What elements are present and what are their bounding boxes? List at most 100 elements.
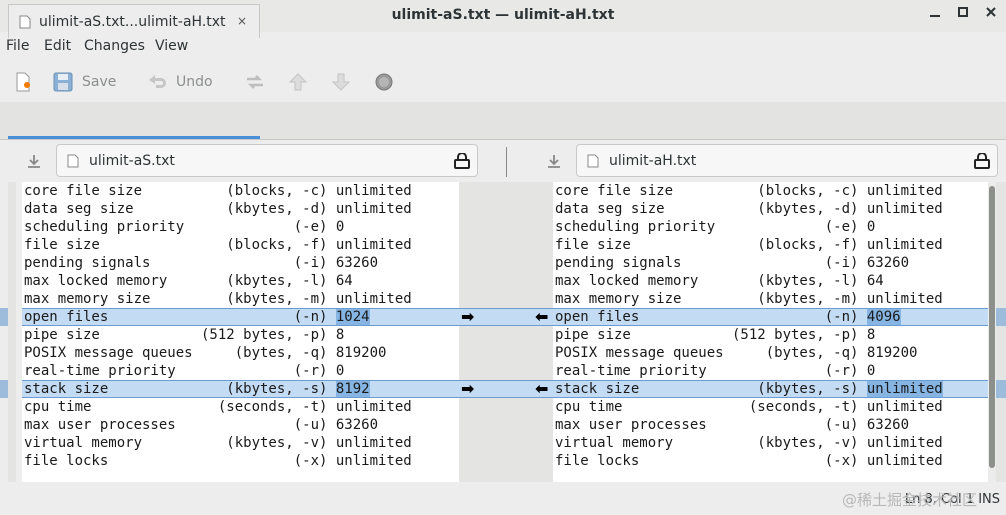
line-text: max user processes (-u) 63260 bbox=[24, 417, 379, 433]
line-text: core file size (blocks, -c) unlimited bbox=[555, 183, 943, 199]
right-change-marker bbox=[996, 308, 1006, 326]
line-text: pipe size (512 bytes, -p) 8 bbox=[24, 327, 345, 343]
vertical-scrollbar[interactable] bbox=[988, 182, 996, 482]
text-line: data seg size (kbytes, -d) unlimited bbox=[553, 200, 988, 218]
menu-view[interactable]: View bbox=[155, 38, 188, 54]
arrow-up-icon bbox=[288, 73, 308, 91]
change-border bbox=[22, 308, 998, 309]
swap-arrows-icon bbox=[247, 75, 263, 89]
text-line: POSIX message queues (bytes, -q) 819200 bbox=[553, 344, 988, 362]
line-text: file size (blocks, -f) unlimited bbox=[24, 237, 412, 253]
document-icon bbox=[587, 154, 599, 167]
menu-edit[interactable]: Edit bbox=[44, 38, 71, 54]
save-left-arrow-icon[interactable] bbox=[26, 154, 42, 170]
undo-button[interactable]: Undo bbox=[146, 68, 213, 96]
tab-comparison[interactable]: ulimit-aS.txt...ulimit-aH.txt × bbox=[8, 4, 260, 38]
right-file-name: ulimit-aH.txt bbox=[609, 152, 697, 169]
text-line: virtual memory (kbytes, -v) unlimited bbox=[22, 434, 459, 452]
text-line: core file size (blocks, -c) unlimited bbox=[22, 182, 459, 200]
copy-right-arrow-icon[interactable]: ➡ bbox=[461, 380, 474, 398]
text-line: file locks (-x) unlimited bbox=[553, 452, 988, 470]
lock-icon[interactable] bbox=[973, 153, 991, 169]
right-file-chooser[interactable]: ulimit-aH.txt bbox=[576, 144, 998, 177]
text-line: max locked memory (kbytes, -l) 64 bbox=[553, 272, 988, 290]
tab-close-icon[interactable]: × bbox=[237, 14, 247, 28]
line-text: file size (blocks, -f) unlimited bbox=[555, 237, 943, 253]
left-file-chooser[interactable]: ulimit-aS.txt bbox=[56, 144, 478, 177]
tab-label: ulimit-aS.txt...ulimit-aH.txt bbox=[39, 13, 226, 30]
text-line: pending signals (-i) 63260 bbox=[22, 254, 459, 272]
line-text: POSIX message queues (bytes, -q) 819200 bbox=[555, 345, 918, 361]
text-line: max locked memory (kbytes, -l) 64 bbox=[22, 272, 459, 290]
new-comparison-button[interactable] bbox=[12, 68, 34, 96]
line-text: file locks (-x) unlimited bbox=[555, 453, 943, 469]
line-text: data seg size (kbytes, -d) unlimited bbox=[555, 201, 943, 217]
window-title: ulimit-aS.txt — ulimit-aH.txt bbox=[391, 7, 615, 23]
changed-value: unlimited bbox=[866, 381, 943, 397]
lock-icon[interactable] bbox=[453, 153, 471, 169]
diff-connector: ➡ ⬅ ➡ ⬅ bbox=[459, 182, 553, 482]
change-border bbox=[22, 325, 998, 326]
text-line: max user processes (-u) 63260 bbox=[22, 416, 459, 434]
new-document-icon bbox=[16, 72, 30, 92]
line-text: POSIX message queues (bytes, -q) 819200 bbox=[24, 345, 387, 361]
text-line: POSIX message queues (bytes, -q) 819200 bbox=[22, 344, 459, 362]
right-text-pane[interactable]: core file size (blocks, -c) unlimited dat… bbox=[553, 182, 988, 482]
text-line: core file size (blocks, -c) unlimited bbox=[553, 182, 988, 200]
text-line: max user processes (-u) 63260 bbox=[553, 416, 988, 434]
line-text: virtual memory (kbytes, -v) unlimited bbox=[24, 435, 412, 451]
line-text: max memory size (kbytes, -m) unlimited bbox=[24, 291, 412, 307]
save-icon bbox=[53, 72, 73, 92]
save-button[interactable]: Save bbox=[52, 68, 116, 96]
copy-right-arrow-icon[interactable]: ➡ bbox=[461, 308, 474, 326]
left-gutter bbox=[8, 182, 16, 482]
text-line: max memory size (kbytes, -m) unlimited bbox=[22, 290, 459, 308]
save-label: Save bbox=[82, 74, 117, 90]
menu-changes[interactable]: Changes bbox=[84, 38, 145, 54]
left-text-pane[interactable]: core file size (blocks, -c) unlimited dat… bbox=[22, 182, 459, 482]
save-right-arrow-icon[interactable] bbox=[546, 154, 562, 170]
line-text: max user processes (-u) 63260 bbox=[555, 417, 910, 433]
line-text: data seg size (kbytes, -d) unlimited bbox=[24, 201, 412, 217]
text-line: open files (-n) 1024 bbox=[22, 308, 459, 326]
stop-button[interactable] bbox=[373, 68, 395, 96]
line-text: real-time priority (-r) 0 bbox=[24, 363, 345, 379]
next-change-button[interactable] bbox=[330, 68, 352, 96]
minimize-icon[interactable] bbox=[920, 0, 950, 30]
text-line: pipe size (512 bytes, -p) 8 bbox=[22, 326, 459, 344]
line-text: cpu time (seconds, -t) unlimited bbox=[555, 399, 943, 415]
line-text: core file size (blocks, -c) unlimited bbox=[24, 183, 412, 199]
copy-left-arrow-icon[interactable]: ⬅ bbox=[535, 308, 548, 326]
line-text: scheduling priority (-e) 0 bbox=[555, 219, 876, 235]
change-border bbox=[22, 397, 998, 398]
tab-strip bbox=[0, 102, 1006, 140]
copy-left-arrow-icon[interactable]: ⬅ bbox=[535, 380, 548, 398]
text-line: pending signals (-i) 63260 bbox=[553, 254, 988, 272]
toolbar: Save Undo bbox=[0, 62, 1006, 102]
line-text: stack size (kbytes, -s) bbox=[24, 381, 336, 397]
document-icon bbox=[19, 15, 31, 28]
changed-value: 1024 bbox=[335, 309, 370, 325]
redo-button[interactable] bbox=[244, 68, 266, 96]
line-text: max memory size (kbytes, -m) unlimited bbox=[555, 291, 943, 307]
text-line: scheduling priority (-e) 0 bbox=[22, 218, 459, 236]
line-text: file locks (-x) unlimited bbox=[24, 453, 412, 469]
scrollbar-thumb[interactable] bbox=[989, 186, 995, 468]
text-line: cpu time (seconds, -t) unlimited bbox=[553, 398, 988, 416]
undo-label: Undo bbox=[176, 74, 213, 90]
left-change-marker bbox=[0, 380, 8, 398]
insert-mode: INS bbox=[978, 492, 1000, 507]
line-text: virtual memory (kbytes, -v) unlimited bbox=[555, 435, 943, 451]
maximize-icon[interactable] bbox=[948, 0, 978, 30]
menu-file[interactable]: File bbox=[6, 38, 29, 54]
text-line: file size (blocks, -f) unlimited bbox=[22, 236, 459, 254]
text-line: stack size (kbytes, -s) 8192 bbox=[22, 380, 459, 398]
text-line: real-time priority (-r) 0 bbox=[22, 362, 459, 380]
close-icon[interactable] bbox=[976, 0, 1006, 30]
text-line: open files (-n) 4096 bbox=[553, 308, 988, 326]
line-text: pipe size (512 bytes, -p) 8 bbox=[555, 327, 876, 343]
active-tab-indicator bbox=[8, 136, 260, 139]
line-text: scheduling priority (-e) 0 bbox=[24, 219, 345, 235]
previous-change-button[interactable] bbox=[287, 68, 309, 96]
left-change-marker bbox=[0, 308, 8, 326]
